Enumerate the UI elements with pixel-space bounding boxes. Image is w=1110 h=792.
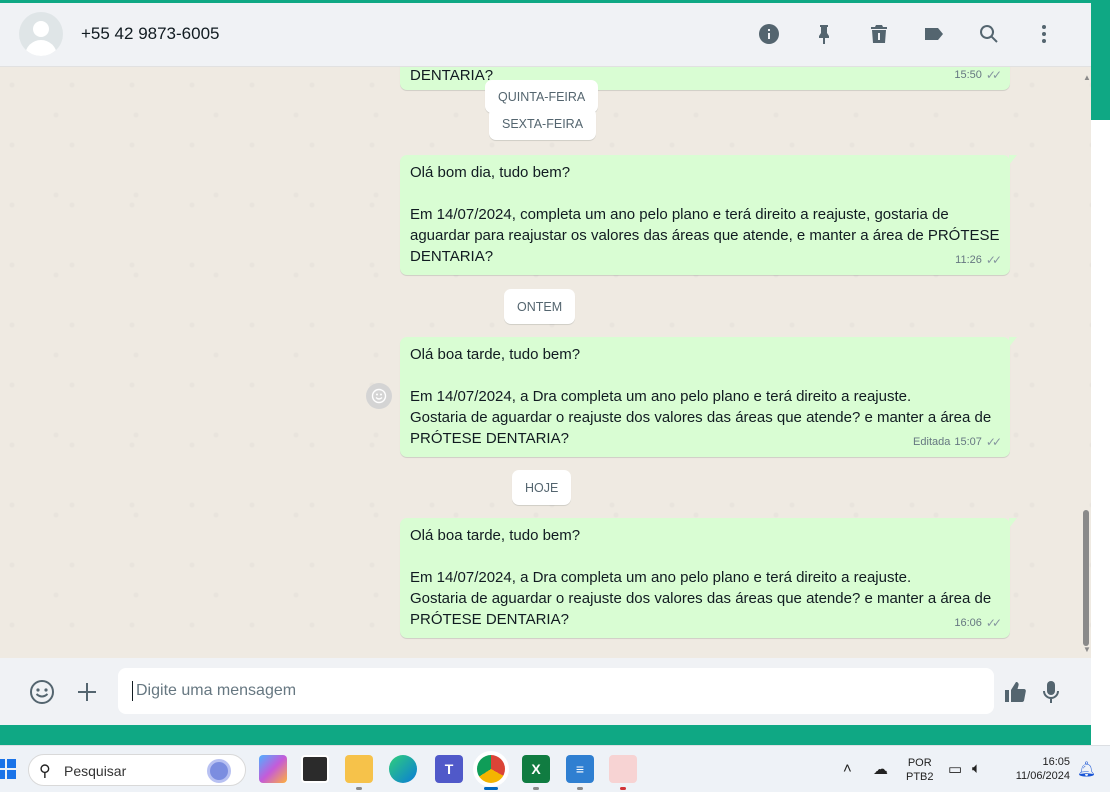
microphone-icon[interactable] [1037, 678, 1065, 706]
search-icon[interactable] [961, 19, 1016, 49]
message-bubble[interactable]: Olá bom dia, tudo bem? Em 14/07/2024, co… [400, 155, 1017, 275]
notepad-icon[interactable]: ≡ [566, 755, 594, 783]
running-indicator [577, 787, 583, 790]
clock[interactable]: 16:05 11/06/2024 [1004, 755, 1070, 783]
read-check-icon: ✓✓ [985, 616, 1002, 630]
message-text: Olá bom dia, tudo bem? Em 14/07/2024, co… [410, 164, 1000, 265]
menu-icon[interactable] [1016, 19, 1071, 49]
running-indicator [620, 787, 626, 790]
delete-icon[interactable] [851, 19, 906, 49]
message-time: 16:06 [954, 617, 982, 629]
date-chip-friday: SEXTA-FEIRA [489, 108, 597, 140]
composer [0, 658, 1091, 725]
message-text: DENTARIA? [410, 67, 494, 84]
chat-header: +55 42 9873-6005 [0, 3, 1091, 67]
cloud-offline-icon[interactable]: ☁ [873, 760, 888, 778]
scroll-up-icon[interactable]: ▲ [1083, 73, 1091, 82]
header-actions [741, 19, 1071, 49]
message-time: 15:50 [954, 69, 982, 81]
clock-date: 11/06/2024 [1015, 770, 1070, 782]
read-check-icon: ✓✓ [985, 435, 1002, 449]
network-icon[interactable]: ▭ [948, 760, 962, 778]
active-indicator [484, 787, 498, 790]
excel-icon[interactable]: X [522, 755, 550, 783]
attach-plus-icon[interactable] [73, 678, 101, 706]
read-check-icon: ✓✓ [985, 253, 1002, 267]
message-text: Olá boa tarde, tudo bem? Em 14/07/2024, … [410, 527, 992, 628]
message-text: Olá boa tarde, tudo bem? Em 14/07/2024, … [410, 346, 992, 447]
running-indicator [533, 787, 539, 790]
emoji-icon[interactable] [28, 678, 56, 706]
info-icon[interactable] [741, 19, 796, 49]
contact-name[interactable]: +55 42 9873-6005 [81, 24, 220, 44]
chrome-icon[interactable] [477, 755, 505, 783]
start-windows-icon[interactable] [0, 759, 16, 779]
search-icon: ⚲ [39, 763, 51, 780]
thumbs-up-icon[interactable] [1001, 678, 1029, 706]
language-code: POR [907, 757, 932, 769]
message-meta: 16:06 ✓✓ [954, 613, 1002, 634]
message-time: 15:07 [954, 436, 982, 448]
keyboard-layout: PTB2 [906, 771, 934, 783]
chat-window: +55 42 9873-6005 DENTARIA? 15:50 ✓✓ QUIN… [0, 3, 1091, 725]
scrollbar-thumb[interactable] [1083, 510, 1089, 646]
message-time: 11:26 [955, 254, 982, 266]
taskbar: ⚲ Pesquisar T X ≡ ˄ ☁ POR PTB2 ▭ 🔈︎ 16:0… [0, 745, 1110, 792]
copilot-icon[interactable] [259, 755, 287, 783]
label-icon[interactable] [906, 19, 961, 49]
taskbar-search-label: Pesquisar [64, 763, 127, 779]
language-indicator[interactable]: POR PTB2 [906, 756, 934, 784]
avatar[interactable] [19, 12, 63, 56]
running-indicator [356, 787, 362, 790]
read-check-icon: ✓✓ [985, 68, 1002, 82]
window-edge [1091, 120, 1110, 745]
bing-icon[interactable] [207, 759, 231, 783]
volume-icon[interactable]: 🔈︎ [972, 760, 981, 777]
snipping-tool-icon[interactable] [609, 755, 637, 783]
date-chip-yesterday: ONTEM [504, 289, 576, 324]
edge-icon[interactable] [389, 755, 417, 783]
react-emoji-icon[interactable] [366, 383, 392, 409]
teams-icon[interactable]: T [435, 755, 463, 783]
notification-bell-icon[interactable]: 🔔︎ [1077, 760, 1096, 778]
clock-time: 16:05 [1042, 756, 1070, 768]
task-view-icon[interactable] [301, 755, 329, 783]
chevron-up-icon[interactable]: ˄ [843, 760, 852, 777]
message-meta: 15:50 ✓✓ [954, 67, 1002, 86]
pin-icon[interactable] [796, 19, 851, 49]
message-input[interactable] [118, 668, 994, 714]
message-meta: Editada 15:07 ✓✓ [913, 432, 1002, 453]
scroll-down-icon[interactable]: ▼ [1083, 645, 1091, 654]
message-list[interactable]: DENTARIA? 15:50 ✓✓ QUINTA-FEIRA SEXTA-FE… [0, 67, 1091, 658]
message-bubble[interactable]: Olá boa tarde, tudo bem? Em 14/07/2024, … [400, 518, 1017, 638]
message-bubble[interactable]: Olá boa tarde, tudo bem? Em 14/07/2024, … [400, 337, 1017, 457]
file-explorer-icon[interactable] [345, 755, 373, 783]
edited-label: Editada [913, 436, 951, 448]
text-caret [132, 681, 133, 701]
taskbar-search[interactable]: ⚲ Pesquisar [28, 754, 246, 786]
date-chip-today: HOJE [512, 470, 572, 505]
message-meta: 11:26 ✓✓ [955, 250, 1002, 271]
